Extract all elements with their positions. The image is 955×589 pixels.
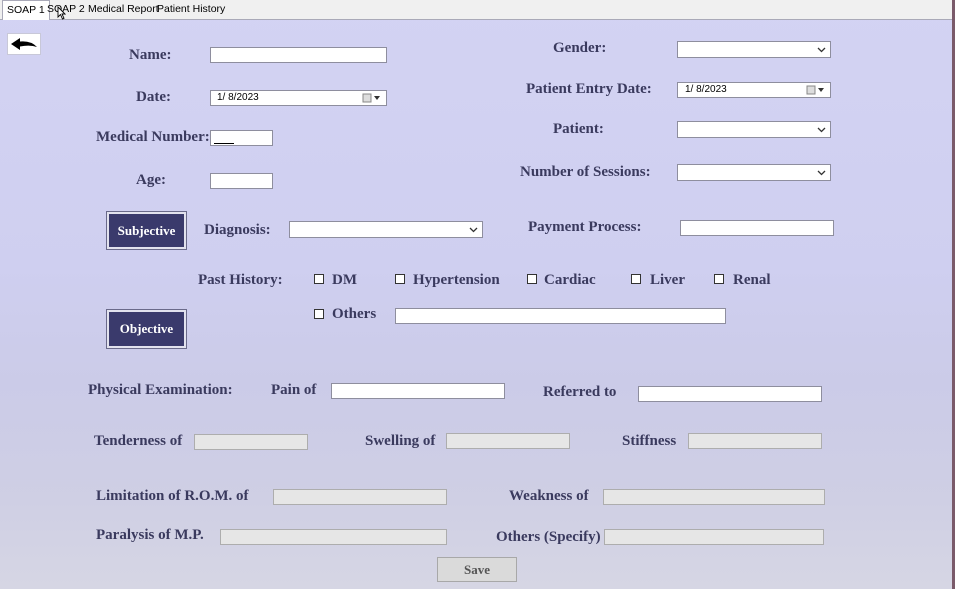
tab-medical-report[interactable]: Medical Report	[84, 2, 163, 18]
calendar-icon	[806, 85, 824, 95]
tenderness-label: Tenderness of	[94, 433, 183, 449]
hypertension-label: Hypertension	[413, 272, 500, 288]
referred-label: Referred to	[543, 384, 617, 400]
entry-date-picker[interactable]: 1/ 8/2023	[677, 82, 831, 98]
stiffness-input[interactable]	[688, 433, 822, 449]
past-history-label: Past History:	[198, 272, 283, 288]
tab-patient-history[interactable]: Patient History	[153, 2, 229, 18]
medical-number-label: Medical Number:	[96, 129, 210, 145]
renal-label: Renal	[733, 272, 771, 288]
swelling-label: Swelling of	[365, 433, 436, 449]
liver-checkbox[interactable]	[631, 274, 641, 284]
date-label: Date:	[136, 89, 171, 105]
renal-checkbox[interactable]	[714, 274, 724, 284]
weakness-label: Weakness of	[509, 488, 589, 504]
tenderness-input[interactable]	[194, 434, 308, 450]
others-label: Others	[332, 306, 377, 322]
pain-label: Pain of	[271, 382, 317, 398]
name-input[interactable]	[210, 47, 387, 63]
pain-input[interactable]	[331, 383, 505, 399]
name-label: Name:	[129, 47, 172, 63]
back-button[interactable]	[7, 33, 41, 55]
others-checkbox[interactable]	[314, 309, 324, 319]
entry-date-value: 1/ 8/2023	[685, 84, 727, 95]
paralysis-label: Paralysis of M.P.	[96, 527, 204, 543]
entry-date-label: Patient Entry Date:	[526, 81, 652, 97]
swelling-input[interactable]	[446, 433, 570, 449]
patient-label: Patient:	[553, 121, 604, 137]
hypertension-checkbox[interactable]	[395, 274, 405, 284]
save-button[interactable]: Save	[437, 557, 517, 582]
limitation-label: Limitation of R.O.M. of	[96, 488, 249, 504]
gender-dropdown[interactable]	[677, 41, 831, 58]
cardiac-label: Cardiac	[544, 272, 596, 288]
subjective-button[interactable]: Subjective	[106, 211, 187, 250]
objective-button[interactable]: Objective	[106, 309, 187, 349]
back-arrow-icon	[11, 38, 37, 50]
sessions-dropdown[interactable]	[677, 164, 831, 181]
chevron-down-icon	[817, 47, 826, 53]
calendar-icon	[362, 93, 380, 103]
patient-dropdown[interactable]	[677, 121, 831, 138]
medical-number-mask	[214, 143, 234, 144]
gender-label: Gender:	[553, 40, 607, 56]
age-label: Age:	[136, 172, 166, 188]
diagnosis-label: Diagnosis:	[204, 222, 271, 238]
sessions-label: Number of Sessions:	[520, 164, 651, 180]
weakness-input[interactable]	[603, 489, 825, 505]
others-specify-input[interactable]	[604, 529, 824, 545]
date-picker[interactable]: 1/ 8/2023	[210, 90, 387, 106]
physical-exam-label: Physical Examination:	[88, 382, 233, 398]
chevron-down-icon	[469, 227, 478, 233]
others-input[interactable]	[395, 308, 726, 324]
tab-bar: SOAP 1 SOAP 2 Medical Report Patient His…	[0, 0, 955, 20]
paralysis-input[interactable]	[220, 529, 447, 545]
stiffness-label: Stiffness	[622, 433, 677, 449]
date-value: 1/ 8/2023	[217, 92, 259, 103]
others-specify-label: Others (Specify)	[496, 529, 601, 545]
age-input[interactable]	[210, 173, 273, 189]
dm-label: DM	[332, 272, 357, 288]
dm-checkbox[interactable]	[314, 274, 324, 284]
liver-label: Liver	[650, 272, 685, 288]
chevron-down-icon	[817, 170, 826, 176]
payment-label: Payment Process:	[528, 219, 642, 235]
mouse-cursor-icon	[57, 6, 66, 20]
cardiac-checkbox[interactable]	[527, 274, 537, 284]
limitation-input[interactable]	[273, 489, 447, 505]
chevron-down-icon	[817, 127, 826, 133]
payment-input[interactable]	[680, 220, 834, 236]
referred-input[interactable]	[638, 386, 822, 402]
diagnosis-dropdown[interactable]	[289, 221, 483, 238]
